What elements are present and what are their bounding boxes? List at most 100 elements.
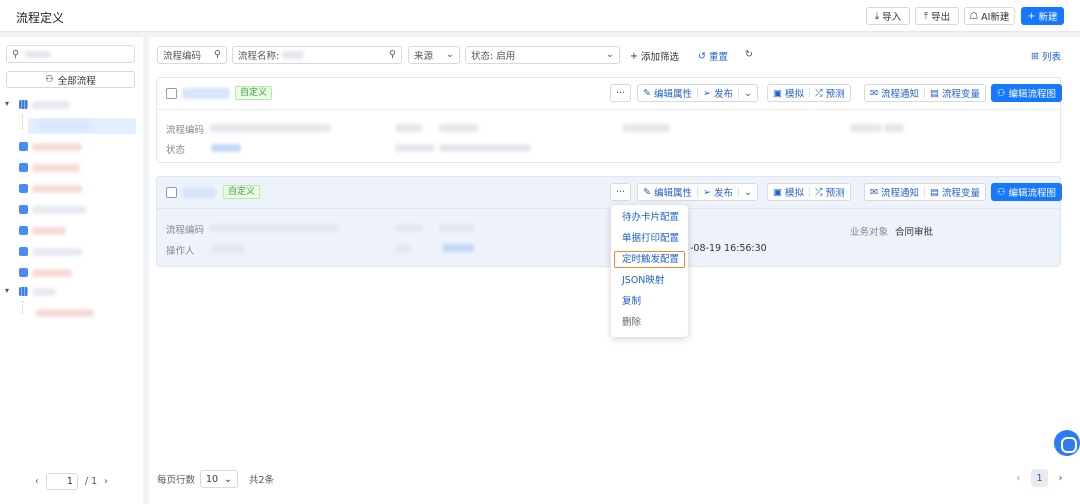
folder-grid-icon: [19, 287, 28, 296]
simulate-icon: ▣: [773, 87, 782, 99]
operator-label: 操作人: [166, 246, 195, 257]
more-button[interactable]: ···: [610, 183, 632, 201]
import-button[interactable]: ⤓ 导入: [866, 7, 910, 25]
tree-icon: ⚇: [45, 74, 54, 85]
notify-button[interactable]: 流程通知: [881, 185, 919, 199]
prev-page-icon[interactable]: ‹: [1010, 469, 1027, 487]
flow-icon: [19, 142, 28, 151]
reset-button[interactable]: ↺ 重置: [698, 49, 728, 64]
rows-per-page-select[interactable]: 10 ⌄: [200, 470, 239, 488]
tree-item[interactable]: [0, 160, 143, 176]
tree-label: [32, 269, 72, 277]
total-count: 共2条: [249, 475, 275, 486]
menu-item-timer-trigger[interactable]: 定时触发配置: [614, 251, 685, 268]
reset-icon: ↺: [698, 50, 706, 62]
prev-page-icon[interactable]: ‹: [35, 476, 39, 487]
menu-item-copy[interactable]: 复制: [614, 293, 685, 310]
row-checkbox[interactable]: [166, 88, 177, 99]
name-search-input[interactable]: 流程名称: ⚲: [232, 46, 402, 64]
code-search-input[interactable]: 流程编码 ⚲: [157, 46, 227, 64]
flow-name[interactable]: [182, 88, 230, 99]
current-page[interactable]: 1: [1031, 469, 1048, 487]
simulate-button[interactable]: 模拟: [785, 185, 804, 199]
folder-grid-icon: [19, 100, 28, 109]
notify-var-group: ✉ 流程通知 ▤ 流程变量: [864, 183, 986, 201]
chevron-down-icon[interactable]: ⌄: [744, 88, 752, 99]
chevron-down-icon[interactable]: ⌄: [744, 187, 752, 198]
tree-item[interactable]: [0, 244, 143, 260]
menu-item-todo-card[interactable]: 待办卡片配置: [614, 209, 685, 226]
simulate-button[interactable]: 模拟: [785, 86, 804, 100]
tree-item[interactable]: [0, 265, 143, 281]
edit-publish-group: ✎ 编辑属性 ➢ 发布 ⌄: [637, 183, 758, 201]
variables-button[interactable]: 流程变量: [942, 86, 980, 100]
all-flows-button[interactable]: ⚇ 全部流程: [6, 71, 135, 88]
new-button[interactable]: + 新建: [1021, 7, 1064, 25]
next-page-icon[interactable]: ›: [1052, 469, 1069, 487]
predict-button[interactable]: 预测: [826, 185, 845, 199]
variables-button[interactable]: 流程变量: [942, 185, 980, 199]
tree-label: [32, 206, 86, 214]
more-button[interactable]: ···: [610, 84, 632, 102]
operator-value: [211, 245, 245, 253]
edit-diagram-button[interactable]: ⚇ 编辑流程图: [991, 84, 1063, 102]
tree-group[interactable]: ▾: [0, 97, 143, 113]
tree-item[interactable]: [0, 305, 143, 321]
next-page-icon[interactable]: ›: [104, 476, 108, 487]
page-title: 流程定义: [16, 11, 65, 25]
row-checkbox[interactable]: [166, 187, 177, 198]
edit-attr-button[interactable]: 编辑属性: [654, 185, 692, 199]
publish-button[interactable]: 发布: [714, 185, 733, 199]
tree-label: [32, 101, 70, 109]
rows-per-page-label: 每页行数: [157, 475, 196, 486]
page-input[interactable]: 1: [45, 472, 78, 490]
flow-name[interactable]: [182, 187, 216, 198]
code-value: [209, 124, 331, 132]
menu-item-delete[interactable]: 删除: [614, 314, 685, 331]
plus-icon: +: [1027, 10, 1036, 22]
flow-icon: [19, 184, 28, 193]
assistant-icon[interactable]: [1054, 430, 1080, 456]
upload-icon: ⤒: [923, 10, 929, 22]
notify-button[interactable]: 流程通知: [881, 86, 919, 100]
publish-button[interactable]: 发布: [714, 86, 733, 100]
add-filter-button[interactable]: + 添加筛选: [630, 49, 679, 64]
export-button[interactable]: ⤒ 导出: [915, 7, 959, 25]
refresh-button[interactable]: ↻: [745, 49, 753, 60]
status-select[interactable]: 状态: 启用 ⌄: [465, 46, 620, 64]
tree-item[interactable]: [0, 202, 143, 218]
name-value: [282, 51, 305, 59]
caret-down-icon[interactable]: ▾: [5, 286, 9, 295]
table-pagination: 每页行数 10 ⌄ 共2条: [157, 470, 274, 488]
menu-item-print-config[interactable]: 单据打印配置: [614, 230, 685, 247]
tree-item[interactable]: [0, 139, 143, 155]
sim-predict-group: ▣ 模拟 ⤮ 预测: [767, 84, 851, 102]
card-header: 自定义 ··· ✎ 编辑属性 ➢ 发布 ⌄ ▣ 模拟 ⤮ 预测 ✉ 流程通知 ▤ 流程变量 …: [157, 78, 1063, 110]
tree-group[interactable]: ▾: [0, 284, 143, 300]
send-icon: ➢: [702, 87, 711, 99]
search-icon: ⚲: [389, 49, 396, 60]
tree-item[interactable]: [0, 181, 143, 197]
source-select[interactable]: 来源 ⌄: [408, 46, 460, 64]
shuffle-icon: ⤮: [815, 87, 823, 99]
sim-predict-group: ▣ 模拟 ⤮ 预测: [767, 183, 851, 201]
edit-icon: ✎: [643, 87, 651, 99]
edit-attr-button[interactable]: 编辑属性: [654, 86, 692, 100]
list-view-toggle[interactable]: ⊞ 列表: [1031, 49, 1061, 64]
flow-icon: [19, 226, 28, 235]
variable-icon: ▤: [929, 87, 939, 99]
search-value: [25, 51, 51, 58]
ai-new-button[interactable]: ☖ AI新建: [964, 7, 1015, 25]
tree-search-input[interactable]: ⚲: [6, 45, 135, 63]
menu-item-json-mapping[interactable]: JSON映射: [614, 272, 685, 289]
biz-object-value: 合同审批: [895, 227, 934, 238]
more-actions-menu: 待办卡片配置 单据打印配置 定时触发配置 JSON映射 复制 删除: [611, 205, 688, 337]
predict-button[interactable]: 预测: [826, 86, 845, 100]
page-header: 流程定义 ⤓ 导入 ⤒ 导出 ☖ AI新建 + 新建: [0, 0, 1080, 32]
caret-down-icon[interactable]: ▾: [5, 99, 9, 108]
diagram-icon: ⚇: [997, 186, 1006, 198]
tree-pagination: ‹ 1 / 1 ›: [0, 472, 143, 490]
edit-diagram-button[interactable]: ⚇ 编辑流程图: [991, 183, 1063, 201]
tree-item[interactable]: [0, 118, 143, 134]
tree-item[interactable]: [0, 223, 143, 239]
